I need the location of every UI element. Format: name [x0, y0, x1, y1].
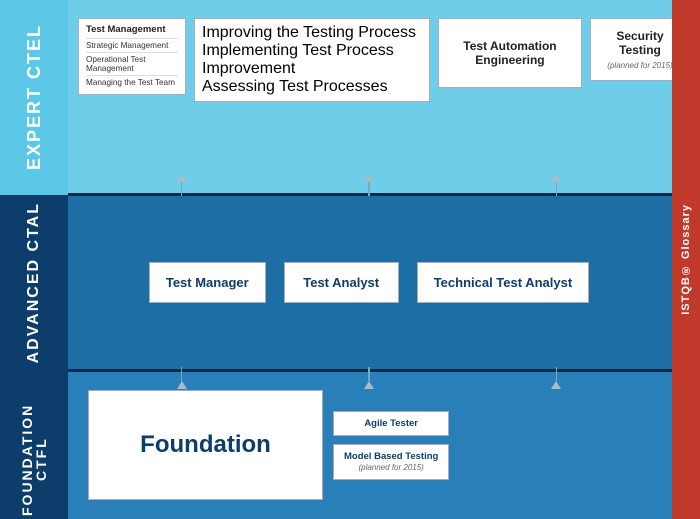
- model-based-testing-label: Model Based Testing: [344, 451, 438, 462]
- technical-test-analyst-label: Technical Test Analyst: [434, 275, 572, 290]
- test-automation-card: Test Automation Engineering: [438, 18, 582, 88]
- glossary-label: ISTQB® Glossary: [680, 204, 692, 315]
- improving-process-title: Improving the Testing Process: [202, 24, 422, 42]
- expert-area: Test Management Strategic Management Ope…: [68, 0, 700, 193]
- test-manager-card: Test Manager: [149, 262, 266, 303]
- foundation-side-cards: Agile Tester Model Based Testing (planne…: [333, 411, 449, 480]
- agile-tester-card: Agile Tester: [333, 411, 449, 436]
- foundation-main-box: Foundation: [88, 390, 323, 500]
- model-based-testing-note: (planned for 2015): [358, 463, 423, 472]
- expert-item-operational: Operational Test Management: [86, 52, 178, 75]
- improving-process-card: Improving the Testing Process Implementi…: [194, 18, 430, 102]
- foundation-label-section: FOUNDATION CTFL: [0, 400, 68, 519]
- agile-tester-label: Agile Tester: [364, 418, 418, 429]
- right-sidebar: ISTQB® Glossary: [672, 0, 700, 519]
- expert-item-assessing: Assessing Test Processes: [202, 78, 422, 96]
- expert-item-implementing: Implementing Test Process Improvement: [202, 42, 422, 78]
- expert-item-managing: Managing the Test Team: [86, 75, 178, 89]
- expert-item-strategic: Strategic Management: [86, 38, 178, 52]
- test-management-title: Test Management: [86, 24, 178, 35]
- left-sidebar: EXPERT CTEL ADVANCED CTAL FOUNDATION CTF…: [0, 0, 68, 519]
- security-testing-title: Security Testing: [599, 29, 681, 57]
- model-based-testing-card: Model Based Testing (planned for 2015): [333, 444, 449, 480]
- advanced-label-section: ADVANCED CTAL: [0, 195, 68, 370]
- center-content: Test Management Strategic Management Ope…: [68, 0, 700, 519]
- foundation-area: Foundation Agile Tester Model Based Test…: [68, 372, 700, 519]
- test-analyst-card: Test Analyst: [284, 262, 399, 303]
- security-testing-note: (planned for 2015): [607, 61, 672, 70]
- test-analyst-label: Test Analyst: [303, 275, 379, 290]
- advanced-area: Test Manager Test Analyst Technical Test…: [68, 196, 700, 369]
- adv-arrows-bottom: [68, 367, 700, 369]
- expert-label-section: EXPERT CTEL: [0, 0, 68, 195]
- test-management-card: Test Management Strategic Management Ope…: [78, 18, 186, 95]
- test-manager-label: Test Manager: [166, 275, 249, 290]
- test-automation-title: Test Automation Engineering: [447, 39, 573, 67]
- expert-label: EXPERT CTEL: [25, 24, 43, 170]
- main-container: EXPERT CTEL ADVANCED CTAL FOUNDATION CTF…: [0, 0, 700, 519]
- advanced-label: ADVANCED CTAL: [26, 202, 42, 363]
- foundation-label: FOUNDATION CTFL: [20, 400, 48, 519]
- foundation-label-text: Foundation: [140, 431, 271, 459]
- technical-test-analyst-card: Technical Test Analyst: [417, 262, 589, 303]
